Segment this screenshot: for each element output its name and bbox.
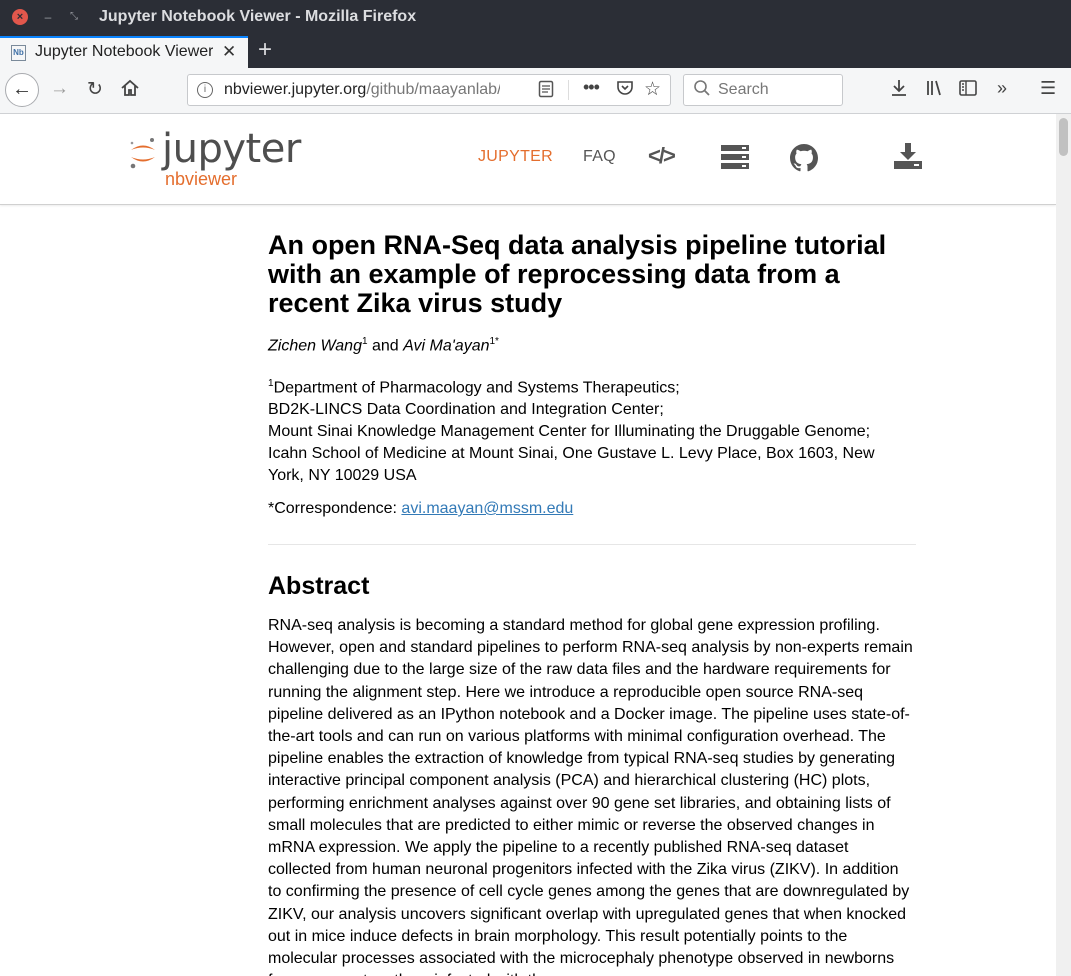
- logo-subtitle: nbviewer: [165, 169, 238, 189]
- page-actions-more-icon[interactable]: •••: [583, 77, 600, 98]
- github-icon[interactable]: [790, 144, 818, 172]
- bookmark-star-icon[interactable]: ☆: [644, 78, 661, 101]
- jupyter-logo-icon: [130, 138, 155, 169]
- window-title: Jupyter Notebook Viewer - Mozilla Firefo…: [99, 8, 417, 25]
- nav-link-faq[interactable]: FAQ: [583, 148, 616, 166]
- window-maximize-icon[interactable]: ⤡: [66, 9, 82, 25]
- tab-jupyter-notebook-viewer[interactable]: Nb Jupyter Notebook Viewer ✕: [0, 36, 248, 68]
- new-tab-plus-icon[interactable]: +: [258, 36, 272, 64]
- url-host: nbviewer.jupyter.org: [224, 81, 367, 98]
- search-icon: [693, 79, 711, 102]
- view-source-code-icon[interactable]: </>: [648, 143, 676, 169]
- search-input[interactable]: Search: [683, 74, 843, 106]
- hamburger-menu-icon[interactable]: ☰: [1040, 78, 1056, 99]
- section-divider: [268, 544, 916, 545]
- scrollbar-thumb[interactable]: [1059, 118, 1068, 156]
- site-info-icon[interactable]: i: [197, 82, 213, 98]
- correspondence-label: *Correspondence:: [268, 500, 402, 517]
- downloads-icon[interactable]: [889, 78, 909, 103]
- abstract-paragraph: RNA-seq analysis is becoming a standard …: [268, 617, 913, 976]
- reload-icon[interactable]: ↻: [87, 78, 103, 101]
- url-text[interactable]: nbviewer.jupyter.org/github/maayanlab/: [224, 81, 500, 99]
- jupyter-nbviewer-logo[interactable]: jupyter nbviewer: [128, 126, 318, 190]
- affiliation-line: Icahn School of Medicine at Mount Sinai,…: [268, 445, 875, 485]
- reader-view-icon[interactable]: [538, 80, 554, 103]
- back-arrow-icon[interactable]: ←: [5, 73, 39, 107]
- tab-close-icon[interactable]: ✕: [222, 42, 236, 62]
- affiliation-line: BD2K-LINCS Data Coordination and Integra…: [268, 401, 664, 419]
- nbviewer-header: jupyter nbviewer JUPYTER FAQ </>: [0, 114, 1056, 205]
- abstract-heading: Abstract: [268, 572, 370, 600]
- affiliation-text: Department of Pharmacology and Systems T…: [273, 379, 680, 397]
- affiliation-line: 1Department of Pharmacology and Systems …: [268, 373, 908, 399]
- author-conjunction: and: [367, 337, 404, 355]
- logo-wordmark: jupyter: [162, 126, 301, 172]
- nav-link-jupyter[interactable]: JUPYTER: [478, 148, 553, 166]
- correspondence-email-link[interactable]: avi.maayan@mssm.edu: [401, 500, 573, 517]
- search-placeholder: Search: [718, 81, 769, 98]
- download-notebook-icon[interactable]: [893, 141, 923, 171]
- url-bar[interactable]: i nbviewer.jupyter.org/github/maayanlab/…: [187, 74, 671, 106]
- window-minimize-icon[interactable]: –: [40, 9, 56, 25]
- navigation-toolbar: ← → ↻ i nbviewer.jupyter.org/github/maay…: [0, 68, 1071, 114]
- page-scrollbar[interactable]: [1056, 114, 1071, 976]
- forward-arrow-icon[interactable]: →: [50, 78, 69, 100]
- window-titlebar: × – ⤡ Jupyter Notebook Viewer - Mozilla …: [0, 0, 1071, 34]
- pocket-icon[interactable]: [616, 79, 634, 102]
- library-icon[interactable]: [925, 78, 945, 103]
- article-title: An open RNA-Seq data analysis pipeline t…: [268, 230, 887, 318]
- correspondence: *Correspondence: avi.maayan@mssm.edu: [268, 500, 573, 518]
- author-line: Zichen Wang1 and Avi Ma'ayan1*: [268, 336, 499, 355]
- home-icon[interactable]: [120, 78, 140, 104]
- notebook-favicon-icon: Nb: [11, 45, 26, 61]
- tab-strip: Nb Jupyter Notebook Viewer ✕ +: [0, 34, 1071, 68]
- affiliations: 1Department of Pharmacology and Systems …: [268, 373, 908, 487]
- url-path: /github/maayanlab/: [366, 81, 500, 98]
- author-name: Avi Ma'ayan: [403, 337, 490, 355]
- page-viewport: jupyter nbviewer JUPYTER FAQ </> An open…: [0, 114, 1056, 976]
- tab-title: Jupyter Notebook Viewer: [35, 43, 213, 60]
- author-affiliation-sup: 1*: [489, 336, 499, 347]
- overflow-chevrons-icon[interactable]: »: [997, 78, 1007, 99]
- url-bar-separator: [568, 80, 569, 100]
- author-name: Zichen Wang: [268, 337, 362, 355]
- server-execute-icon[interactable]: [720, 144, 750, 170]
- affiliation-line: Mount Sinai Knowledge Management Center …: [268, 423, 871, 441]
- window-close-icon[interactable]: ×: [12, 9, 28, 25]
- sidebar-icon[interactable]: [958, 78, 978, 103]
